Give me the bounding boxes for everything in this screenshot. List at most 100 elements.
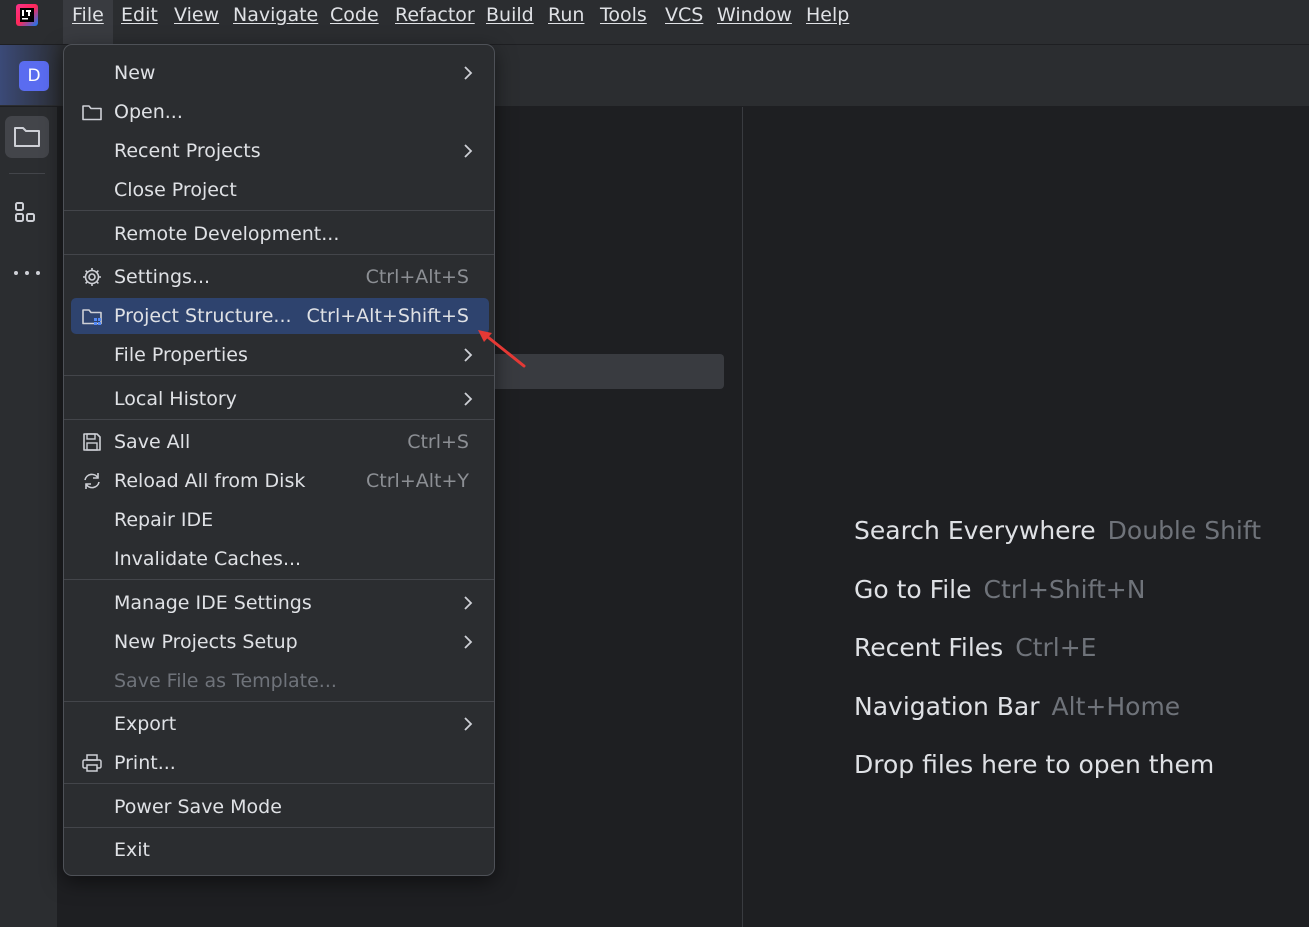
menu-item-export[interactable]: Export [71,706,489,742]
menu-item-shortcut: Ctrl+Alt+Y [366,470,469,492]
menu-build[interactable]: Build [477,0,543,44]
menu-code[interactable]: Code [321,0,388,44]
menu-item-local-history[interactable]: Local History [71,381,489,417]
menu-item-label: Exit [114,839,150,861]
menu-file[interactable]: File [63,0,113,44]
chevron-right-icon [464,66,473,80]
menu-item-save-all[interactable]: Save All Ctrl+S [71,424,489,460]
menu-item-project-structure[interactable]: Project Structure... Ctrl+Alt+Shift+S [71,298,489,334]
menu-item-label: Close Project [114,179,237,201]
hint-label: Go to File [854,574,972,604]
menu-item-label: Recent Projects [114,140,261,162]
folder-icon [82,105,102,121]
chevron-right-icon [464,392,473,406]
menu-item-print[interactable]: Print... [71,745,489,781]
menu-item-exit[interactable]: Exit [71,832,489,868]
chevron-right-icon [464,596,473,610]
chevron-right-icon [464,635,473,649]
menu-refactor[interactable]: Refactor [386,0,484,44]
menu-item-new[interactable]: New [71,55,489,91]
menu-item-label: Open... [114,101,183,123]
menu-item-label: New Projects Setup [114,631,298,653]
menu-vcs[interactable]: VCS [656,0,712,44]
menu-item-label: Manage IDE Settings [114,592,312,614]
project-tool-button[interactable] [5,116,49,158]
menu-item-open[interactable]: Open... [71,94,489,130]
menu-item-label: Settings... [114,266,211,288]
reload-icon [84,473,100,489]
hint-navigation-bar: Navigation Bar Alt+Home [854,692,1261,751]
menu-item-save-file-as-template: Save File as Template... [71,663,489,699]
menu-item-file-properties[interactable]: File Properties [71,337,489,373]
intellij-logo-icon[interactable] [14,2,40,28]
hint-label: Recent Files [854,633,1004,662]
menu-item-label: Power Save Mode [114,796,282,818]
menu-item-label: Invalidate Caches... [114,548,302,570]
menu-item-reload-all-from-disk[interactable]: Reload All from Disk Ctrl+Alt+Y [71,463,489,499]
project-badge: D [19,61,49,91]
chevron-right-icon [464,717,473,731]
hint-shortcut: Alt+Home [1051,691,1181,721]
menu-navigate[interactable]: Navigate [224,0,327,44]
menu-item-label: Save File as Template... [114,670,337,692]
menu-item-remote-development[interactable]: Remote Development... [71,216,489,252]
hint-label: Search Everywhere [854,516,1096,545]
menu-run[interactable]: Run [539,0,593,44]
menu-item-label: Reload All from Disk [114,470,306,492]
menu-item-power-save-mode[interactable]: Power Save Mode [71,789,489,825]
chevron-right-icon [464,144,473,158]
menu-separator [64,375,494,376]
folder-icon [14,127,40,147]
project-structure-icon [82,309,102,325]
menu-item-repair-ide[interactable]: Repair IDE [71,502,489,538]
menu-window[interactable]: Window [708,0,801,44]
structure-icon [15,202,35,222]
menu-separator [64,254,494,255]
hint-recent-files: Recent Files Ctrl+E [854,633,1261,692]
project-selector[interactable]: D [0,45,64,105]
file-menu-dropdown: New Open... Recent Projects Close Projec… [63,44,495,876]
hint-search-everywhere: Search Everywhere Double Shift [854,516,1261,575]
menu-separator [64,419,494,420]
menu-view[interactable]: View [165,0,228,44]
annotation-arrow-icon [478,330,526,368]
menu-separator [64,827,494,828]
hint-label: Drop files here to open them [854,750,1215,779]
menu-edit[interactable]: Edit [112,0,167,44]
menu-item-label: Local History [114,388,237,410]
print-icon [82,754,102,772]
menu-item-settings[interactable]: Settings... Ctrl+Alt+S [71,259,489,295]
menu-tools[interactable]: Tools [591,0,656,44]
hint-go-to-file: Go to File Ctrl+Shift+N [854,575,1261,634]
hint-drop-files: Drop files here to open them [854,750,1261,809]
menu-item-label: Repair IDE [114,509,214,531]
more-tools-button[interactable] [5,252,49,294]
menu-separator [64,579,494,580]
left-tool-strip [0,107,58,927]
more-horizontal-icon [14,271,40,275]
menu-item-label: Remote Development... [114,223,340,245]
menu-item-close-project[interactable]: Close Project [71,172,489,208]
main-menu-bar: File Edit View Navigate Code Refactor Bu… [0,0,1309,45]
menu-help[interactable]: Help [797,0,858,44]
menu-item-label: Project Structure... [114,305,292,327]
gear-icon [83,268,101,286]
menu-item-recent-projects[interactable]: Recent Projects [71,133,489,169]
menu-item-label: File Properties [114,344,248,366]
menu-separator [64,701,494,702]
menu-item-invalidate-caches[interactable]: Invalidate Caches... [71,541,489,577]
menu-item-label: Export [114,713,177,735]
hint-shortcut: Ctrl+E [1015,633,1097,662]
menu-separator [64,210,494,211]
menu-item-manage-ide-settings[interactable]: Manage IDE Settings [71,585,489,621]
structure-tool-button[interactable] [5,193,49,235]
hint-label: Navigation Bar [854,691,1040,721]
menu-item-new-projects-setup[interactable]: New Projects Setup [71,624,489,660]
panel-divider[interactable] [742,107,743,927]
menu-separator [64,783,494,784]
menu-item-shortcut: Ctrl+S [407,431,469,453]
menu-item-label: Save All [114,431,191,453]
editor-empty-hints: Search Everywhere Double Shift Go to File… [854,516,1261,809]
menu-item-label: Print... [114,752,176,774]
save-icon [83,433,101,451]
